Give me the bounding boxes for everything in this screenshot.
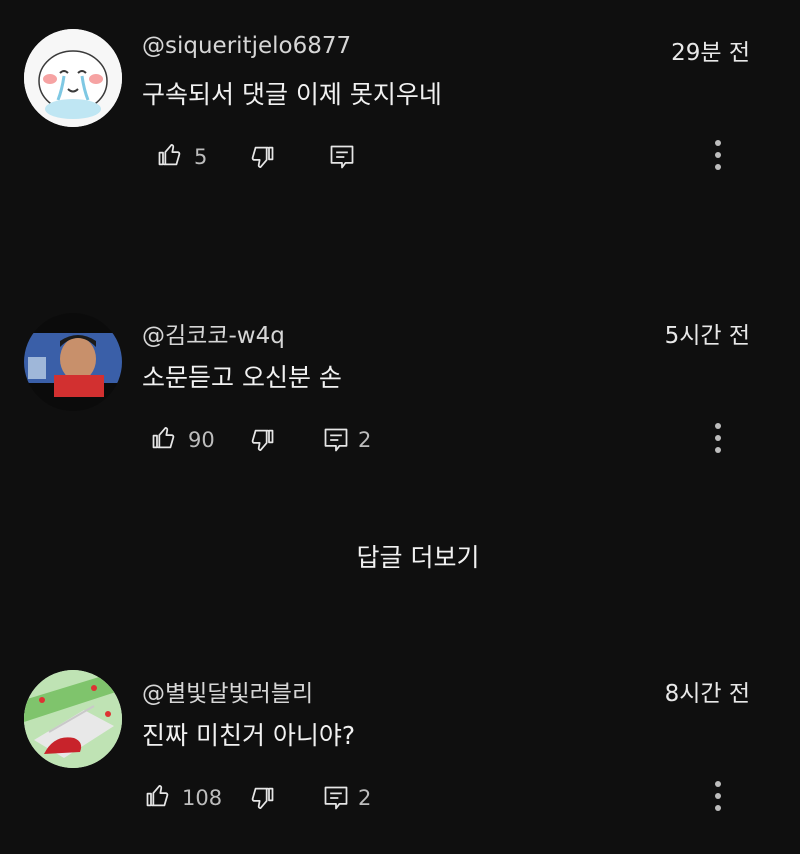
comment-author[interactable]: @별빛달빛러블리 — [142, 674, 313, 708]
reply-icon — [324, 786, 348, 810]
reply-button[interactable] — [328, 143, 356, 171]
more-vert-icon — [715, 423, 721, 429]
reply-button[interactable] — [322, 426, 350, 454]
more-vert-icon — [715, 781, 721, 787]
comment-actions: 90 2 — [0, 420, 800, 460]
more-vert-icon-dot — [715, 793, 721, 799]
thumbs-down-icon — [251, 787, 274, 810]
more-vert-icon-dot — [715, 435, 721, 441]
comment-timestamp: 8시간 전 — [664, 681, 750, 707]
comment-author[interactable]: @김코코-w4q — [142, 316, 285, 350]
thumbs-up-icon — [158, 143, 181, 166]
avatar[interactable] — [24, 29, 122, 127]
comments-page: @siqueritjelo6877 29분 전 구속되서 댓글 이제 못지우네 … — [0, 0, 800, 854]
comment-text: 소문듣고 오신분 손 — [142, 363, 342, 392]
more-vert-icon-dot — [715, 152, 721, 158]
dislike-button[interactable] — [248, 426, 276, 454]
reply-button[interactable] — [322, 784, 350, 812]
like-count: 90 — [188, 428, 215, 452]
thumbs-down-icon — [251, 429, 274, 452]
avatar-garden-image — [24, 670, 122, 768]
like-count: 108 — [182, 786, 223, 810]
more-actions-button[interactable] — [706, 420, 730, 460]
more-vert-icon-dot — [715, 447, 721, 453]
reply-icon — [324, 428, 348, 452]
more-actions-button[interactable] — [706, 778, 730, 818]
like-count: 5 — [194, 145, 208, 169]
dislike-button[interactable] — [248, 784, 276, 812]
comment-actions: 5 — [0, 137, 800, 177]
more-vert-icon-dot — [715, 164, 721, 170]
more-vert-icon — [715, 140, 721, 146]
more-actions-button[interactable] — [706, 137, 730, 177]
reply-icon — [330, 145, 354, 169]
reply-count: 2 — [358, 786, 372, 810]
avatar[interactable] — [24, 313, 122, 411]
comment-text: 구속되서 댓글 이제 못지우네 — [142, 80, 442, 109]
like-button[interactable] — [150, 424, 178, 452]
comment-author[interactable]: @siqueritjelo6877 — [142, 33, 351, 59]
avatar[interactable] — [24, 670, 122, 768]
show-more-replies-button[interactable]: 답글 더보기 — [0, 538, 800, 574]
more-vert-icon-dot — [715, 805, 721, 811]
dislike-button[interactable] — [248, 143, 276, 171]
avatar-photo-image — [24, 313, 122, 411]
like-button[interactable] — [144, 782, 172, 810]
reply-count: 2 — [358, 428, 372, 452]
comment-timestamp: 29분 전 — [671, 40, 750, 66]
comment-timestamp: 5시간 전 — [664, 323, 750, 349]
thumbs-up-icon — [146, 784, 169, 807]
thumbs-up-icon — [152, 426, 175, 449]
comment-actions: 108 2 — [0, 778, 800, 818]
like-button[interactable] — [156, 141, 184, 169]
thumbs-down-icon — [251, 146, 274, 169]
avatar-crying-face-image — [24, 29, 122, 127]
comment-text: 진짜 미친거 아니야? — [142, 721, 356, 750]
